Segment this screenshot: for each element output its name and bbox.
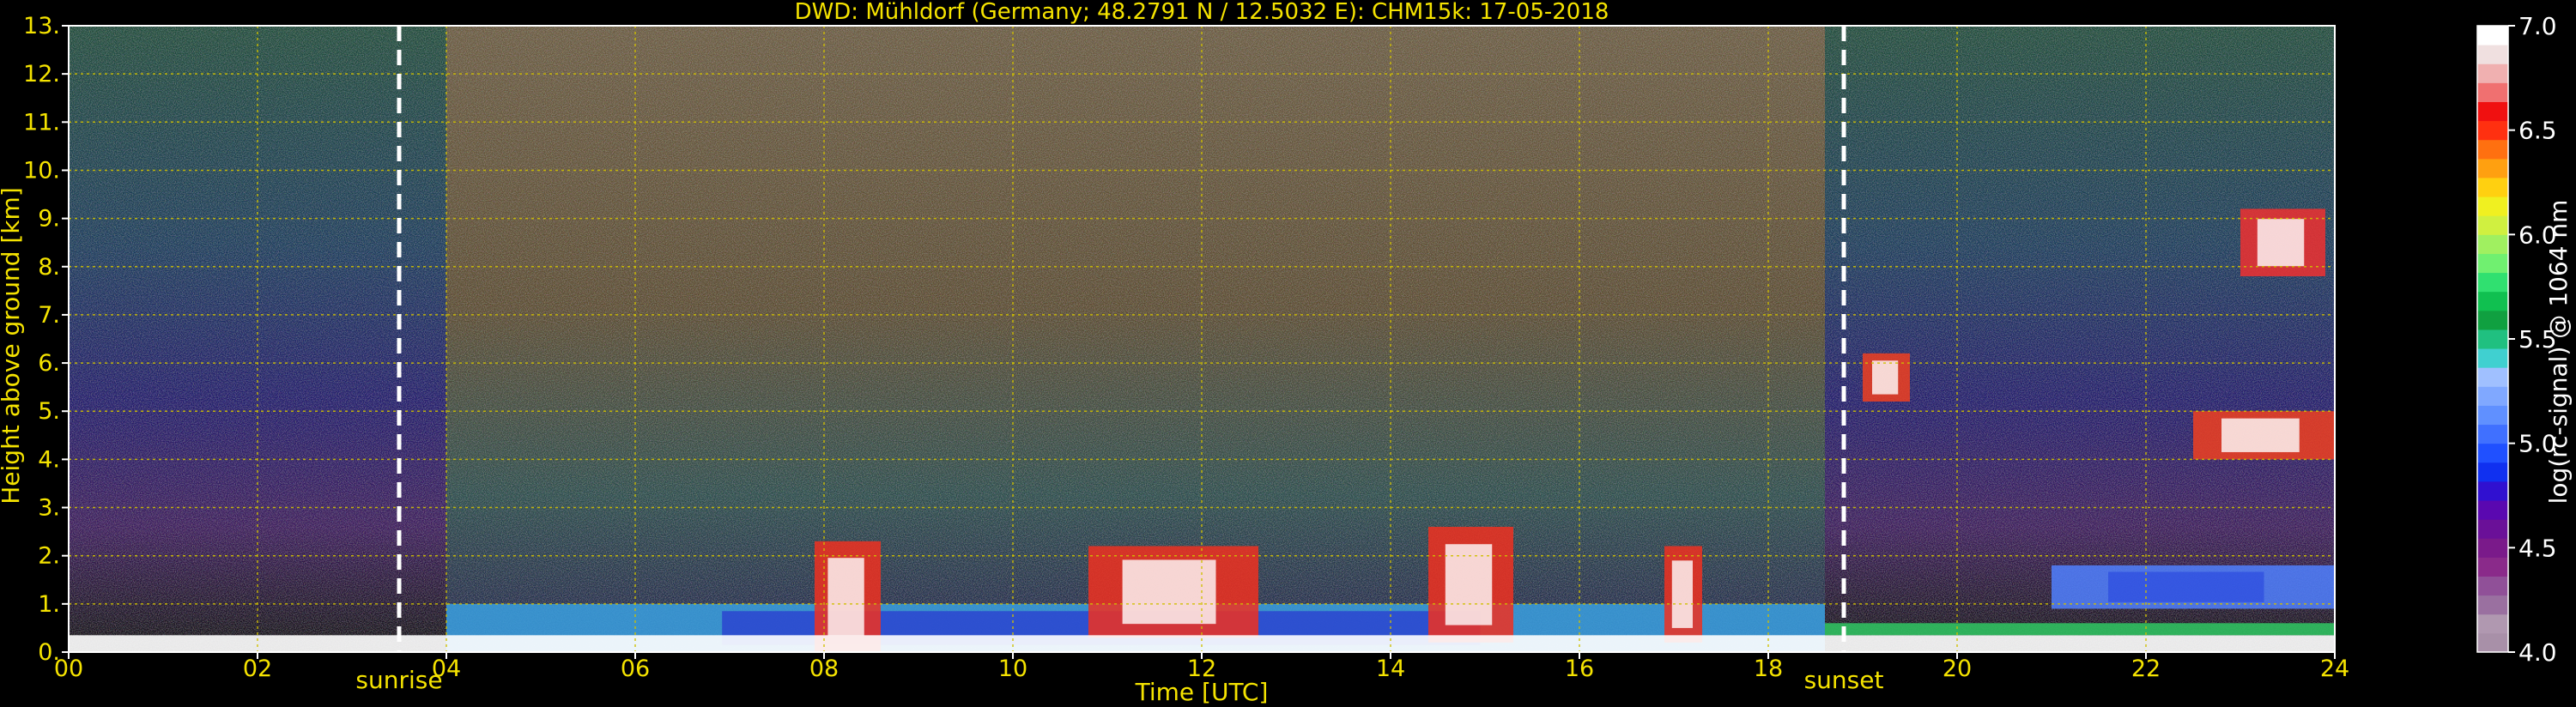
- convective-cloud-core: [827, 558, 864, 636]
- x-tick-label: 06: [621, 656, 650, 682]
- convective-cloud-core: [1671, 560, 1693, 628]
- mid-level-cloud-core: [2221, 418, 2300, 452]
- x-tick-label: 20: [1943, 656, 1972, 682]
- colorbar-segment: [2477, 480, 2508, 501]
- x-tick-label: 22: [2131, 656, 2161, 682]
- x-tick-label: 04: [432, 656, 461, 682]
- colorbar-segment: [2477, 405, 2508, 426]
- colorbar-segment: [2477, 329, 2508, 349]
- colorbar-segment: [2477, 632, 2508, 653]
- y-tick-label: 3.: [38, 495, 60, 522]
- colorbar-segment: [2477, 538, 2508, 558]
- y-tick-label: 7.: [38, 302, 60, 329]
- y-tick-label: 11.: [23, 109, 60, 136]
- y-tick-label: 10.: [23, 157, 60, 184]
- x-tick-label: 02: [243, 656, 272, 682]
- colorbar-segment: [2477, 158, 2508, 178]
- y-axis-label: Height above ground [km]: [0, 187, 25, 505]
- colorbar-segment: [2477, 310, 2508, 330]
- y-tick-label: 12.: [23, 61, 60, 88]
- colorbar-segment: [2477, 101, 2508, 122]
- x-tick-label: 16: [1565, 656, 1594, 682]
- x-axis-label: Time [UTC]: [1135, 678, 1269, 706]
- y-tick-label: 6.: [38, 350, 60, 377]
- colorbar-segment: [2477, 215, 2508, 235]
- colorbar-segment: [2477, 234, 2508, 254]
- colorbar-tick-label: 4.0: [2518, 638, 2557, 667]
- colorbar-segment: [2477, 595, 2508, 615]
- colorbar-segment: [2477, 500, 2508, 520]
- x-tick-label: 10: [998, 656, 1027, 682]
- colorbar-tick-label: 4.5: [2518, 534, 2557, 562]
- colorbar-tick-label: 6.5: [2518, 117, 2557, 145]
- surface-layer: [69, 635, 2335, 652]
- night-nocturnal-layer-core: [2108, 571, 2264, 602]
- colorbar-segment: [2477, 424, 2508, 444]
- x-tick-label: 18: [1754, 656, 1783, 682]
- colorbar-segment: [2477, 443, 2508, 463]
- colorbar-segment: [2477, 177, 2508, 197]
- colorbar-tick-label: 7.0: [2518, 12, 2557, 40]
- colorbar-segment: [2477, 120, 2508, 141]
- ceilometer-chart: sunrise sunset 0.1.2.3.4.5.6.7.8.9.10.11.…: [0, 0, 2573, 706]
- cirrus-core: [2257, 219, 2305, 267]
- evening-surface-layer: [1825, 623, 2335, 636]
- y-tick-label: 13.: [23, 13, 60, 39]
- x-tick-label: 00: [54, 656, 83, 682]
- colorbar-segment: [2477, 82, 2508, 102]
- colorbar-segment: [2477, 557, 2508, 577]
- colorbar-segment: [2477, 613, 2508, 634]
- y-tick-label: 8.: [38, 254, 60, 281]
- colorbar-segment: [2477, 196, 2508, 216]
- colorbar-segment: [2477, 291, 2508, 311]
- colorbar-segment: [2477, 272, 2508, 293]
- colorbar-segment: [2477, 348, 2508, 368]
- colorbar-segment: [2477, 462, 2508, 482]
- x-tick-label: 24: [2320, 656, 2349, 682]
- chart-title: DWD: Mühldorf (Germany; 48.2791 N / 12.5…: [795, 0, 1609, 25]
- colorbar-segment: [2477, 519, 2508, 539]
- y-tick-label: 9.: [38, 206, 60, 233]
- x-tick-label: 14: [1376, 656, 1405, 682]
- colorbar-segment: [2477, 367, 2508, 387]
- colorbar-segment: [2477, 576, 2508, 596]
- y-tick-label: 4.: [38, 446, 60, 473]
- y-tick-label: 1.: [38, 591, 60, 618]
- y-tick-label: 2.: [38, 543, 60, 570]
- colorbar-label: log(rc-signal) @ 1064 nm: [2544, 200, 2573, 505]
- marker-label: sunset: [1804, 666, 1884, 694]
- x-tick-label: 08: [809, 656, 839, 682]
- colorbar-segment: [2477, 386, 2508, 406]
- marker-label: sunrise: [355, 666, 442, 694]
- colorbar-segment: [2477, 45, 2508, 64]
- mid-level-cloud-core: [1872, 360, 1899, 395]
- colorbar-segment: [2477, 63, 2508, 83]
- colorbar-segment: [2477, 139, 2508, 160]
- colorbar-segment: [2477, 253, 2508, 274]
- colorbar-segment: [2477, 26, 2508, 45]
- y-tick-label: 5.: [38, 398, 60, 425]
